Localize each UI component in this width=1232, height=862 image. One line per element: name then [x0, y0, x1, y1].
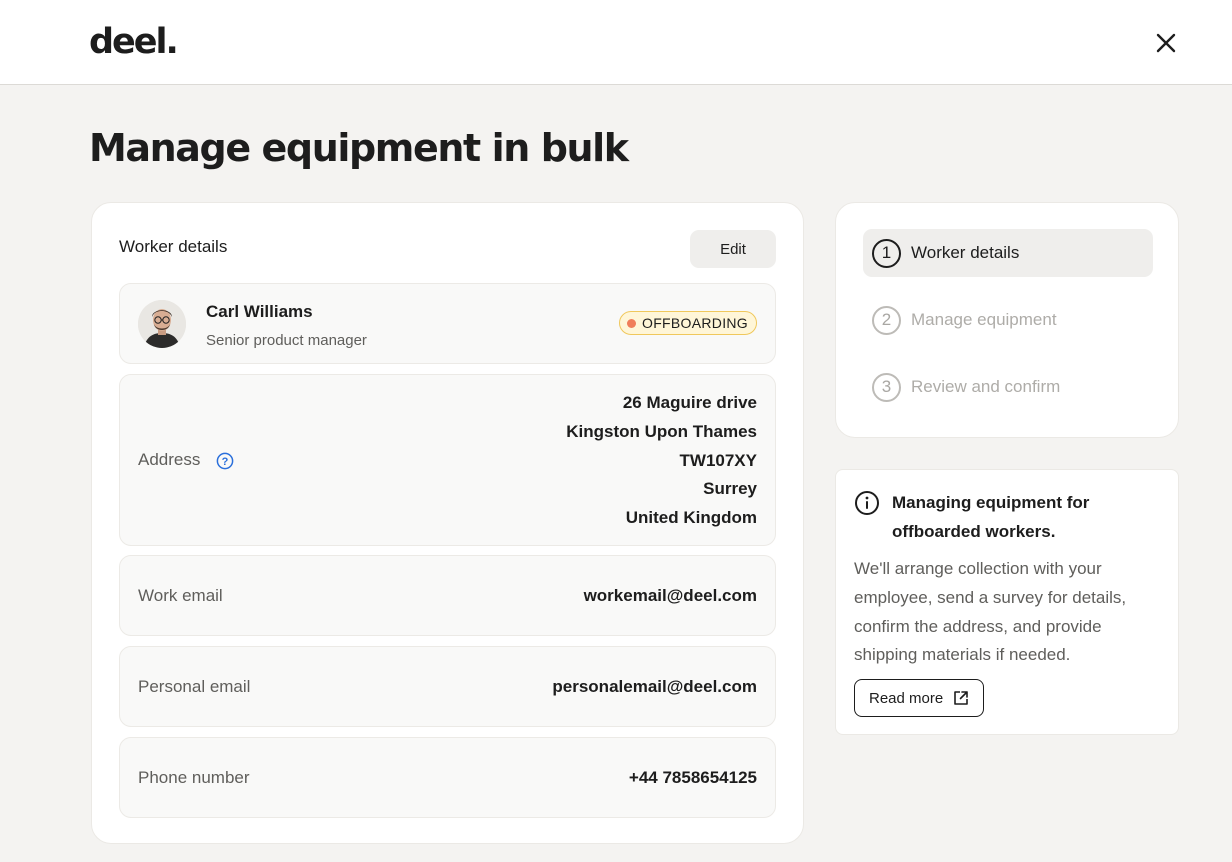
edit-button[interactable]: Edit: [690, 230, 776, 268]
address-line: TW107XY: [679, 450, 757, 470]
step-worker-details[interactable]: 1 Worker details: [863, 229, 1153, 277]
worker-role: Senior product manager: [206, 332, 367, 349]
personal-email-row: Personal email personalemail@deel.com: [119, 646, 776, 727]
address-label: Address: [138, 450, 201, 469]
address-line: Surrey: [703, 479, 757, 499]
close-icon: [1156, 33, 1176, 53]
worker-details-title: Worker details: [119, 237, 228, 256]
external-link-icon: [954, 691, 969, 705]
step-review-and-confirm[interactable]: 3 Review and confirm: [863, 363, 1153, 411]
address-line: 26 Maguire drive: [622, 393, 757, 412]
address-line: Kingston Upon Thames: [566, 421, 757, 441]
stepper-card: 1 Worker details 2 Manage equipment 3 Re…: [835, 202, 1179, 438]
step-label: Review and confirm: [911, 377, 1061, 396]
phone-number-row: Phone number +44 7858654125: [119, 737, 776, 818]
step-manage-equipment[interactable]: 2 Manage equipment: [863, 296, 1153, 344]
step-label: Manage equipment: [911, 310, 1057, 329]
close-button[interactable]: [1152, 29, 1180, 57]
status-badge-label: OFFBOARDING: [642, 315, 748, 331]
info-icon: [855, 491, 879, 515]
work-email-label: Work email: [138, 586, 223, 605]
step-label: Worker details: [911, 243, 1020, 262]
step-number: 3: [872, 372, 901, 402]
step-number: 1: [872, 238, 901, 268]
avatar: [138, 300, 186, 348]
status-dot-icon: [627, 318, 637, 328]
worker-details-card: Worker details Edit Carl Williams Senior…: [91, 202, 804, 844]
top-bar: deel.: [0, 0, 1232, 85]
worker-name: Carl Williams: [206, 302, 313, 321]
status-badge: OFFBOARDING: [619, 311, 757, 335]
address-value: 26 Maguire drive Kingston Upon Thames TW…: [566, 389, 757, 533]
address-line: United Kingdom: [625, 508, 757, 528]
work-email-row: Work email workemail@deel.com: [119, 555, 776, 636]
phone-number-value: +44 7858654125: [628, 768, 757, 787]
info-body: We'll arrange collection with your emplo…: [854, 559, 1127, 665]
read-more-button[interactable]: Read more: [854, 679, 985, 717]
svg-text:?: ?: [222, 456, 229, 468]
step-number: 2: [872, 305, 901, 335]
address-row: Address ? 26 Maguire drive Kingston Upon…: [119, 374, 776, 546]
help-circle-icon[interactable]: ?: [216, 452, 234, 470]
phone-number-label: Phone number: [138, 768, 250, 787]
info-card: Managing equipment for offboarded worker…: [835, 469, 1179, 735]
personal-email-value: personalemail@deel.com: [552, 677, 757, 696]
worker-summary-row: Carl Williams Senior product manager OFF…: [119, 283, 776, 364]
deel-logo[interactable]: deel.: [89, 22, 179, 62]
read-more-label: Read more: [869, 689, 944, 707]
page-title: Manage equipment in bulk: [89, 126, 629, 170]
work-email-value: workemail@deel.com: [583, 586, 757, 605]
personal-email-label: Personal email: [138, 677, 251, 696]
info-title: Managing equipment for offboarded worker…: [892, 493, 1090, 541]
